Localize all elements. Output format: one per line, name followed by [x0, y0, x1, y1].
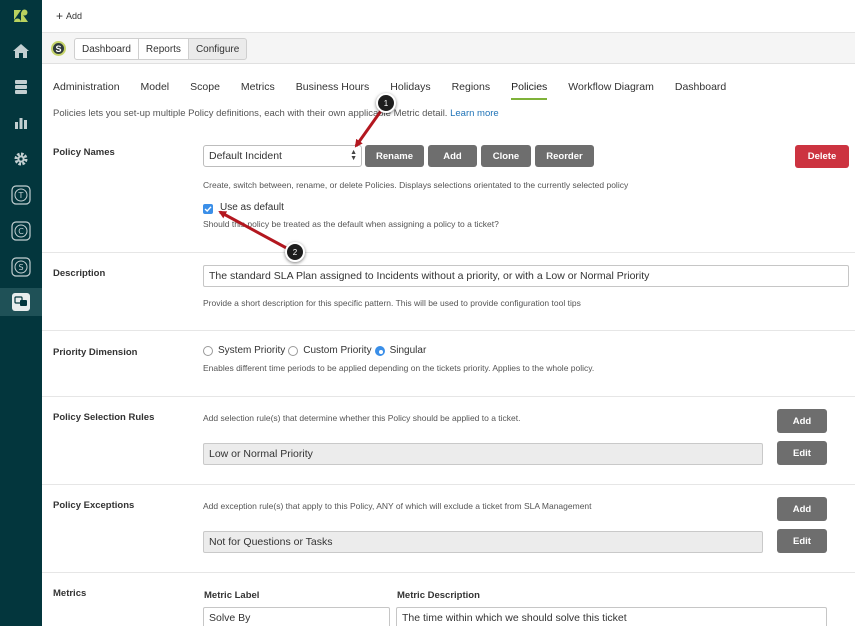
callout-arrow-1: [354, 107, 385, 148]
callout-bubble-1: 1: [376, 93, 396, 113]
callout-arrows: [218, 107, 385, 253]
callout-arrow-2: [218, 210, 293, 253]
callout-bubble-2: 2: [285, 242, 305, 262]
